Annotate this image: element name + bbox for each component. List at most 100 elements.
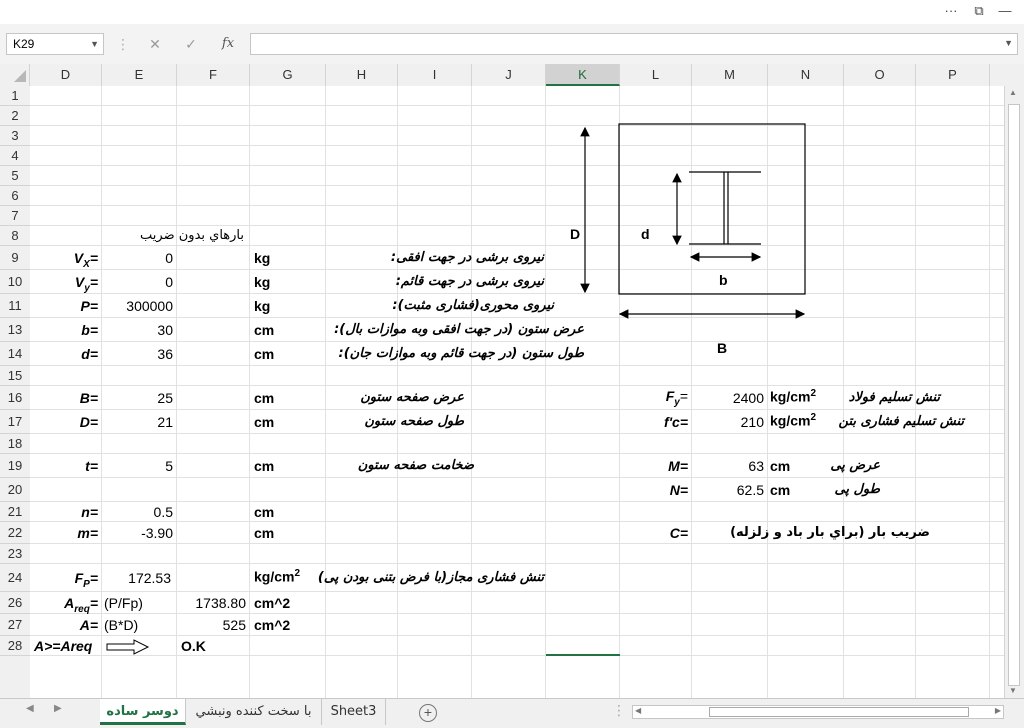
grid-line: [989, 86, 990, 698]
selected-cell-k29[interactable]: [546, 654, 620, 660]
column-header-i[interactable]: I: [398, 64, 472, 86]
column-header-l[interactable]: L: [620, 64, 692, 86]
label-vx-sub: X: [83, 258, 90, 270]
sheet-tab-simple[interactable]: دوسر ساده: [100, 699, 186, 725]
select-all-corner[interactable]: [0, 64, 30, 86]
unit-fc-sup: 2: [810, 412, 817, 423]
value-footing-m: 63: [748, 458, 764, 474]
row-header-22[interactable]: 22: [0, 522, 30, 544]
worksheet-grid[interactable]: بارهاي بدون ضريب VX= 0 kg نیروی برشی در جهت …: [30, 86, 1004, 698]
cancel-icon[interactable]: ✕: [144, 33, 166, 55]
unit-plate-d: cm: [254, 414, 275, 430]
row-header-9[interactable]: 9: [0, 246, 30, 270]
value-n: 0.5: [153, 504, 173, 520]
formula-input[interactable]: ▼: [250, 33, 1018, 55]
value-footing-n: 62.5: [736, 482, 764, 498]
horizontal-scrollbar[interactable]: ◀ ▶: [632, 705, 1004, 719]
row-header-17[interactable]: 17: [0, 410, 30, 434]
value-plate-b: 25: [157, 390, 173, 406]
scroll-up-icon[interactable]: ▲: [1009, 88, 1017, 97]
row-header-16[interactable]: 16: [0, 386, 30, 410]
expand-formula-icon[interactable]: ▼: [1004, 38, 1013, 48]
desc-plate-b: عرض صفحه ستون: [360, 390, 464, 405]
column-header-f[interactable]: F: [177, 64, 250, 86]
sheet-tab-bar: ◀ ▶ دوسر ساده با سخت کننده ونبشي Sheet3 …: [0, 698, 1024, 728]
label-fy-eq: =: [679, 388, 688, 404]
row-header-8[interactable]: 8: [0, 226, 30, 246]
ribbon-options-icon[interactable]: ···: [940, 2, 962, 20]
row-header-4[interactable]: 4: [0, 146, 30, 166]
row-header-13[interactable]: 13: [0, 318, 30, 342]
column-header-e[interactable]: E: [102, 64, 177, 86]
check-result: O.K: [181, 638, 206, 654]
row-header-3[interactable]: 3: [0, 126, 30, 146]
row-header-7[interactable]: 7: [0, 206, 30, 226]
row-header-24[interactable]: 24: [0, 564, 30, 592]
restore-icon[interactable]: ⧉: [968, 2, 990, 20]
scroll-left-icon[interactable]: ◀: [635, 706, 641, 715]
drag-handle-icon[interactable]: ⋮: [116, 33, 130, 55]
label-areq: Areq=: [30, 592, 98, 615]
row-header-15[interactable]: 15: [0, 366, 30, 386]
row-header-2[interactable]: 2: [0, 106, 30, 126]
label-fp-eq: =: [89, 570, 98, 586]
unit-p: kg: [254, 298, 271, 314]
label-plate-t: t=: [85, 458, 98, 474]
tab-splitter-icon[interactable]: ⋮: [612, 702, 626, 719]
row-header-6[interactable]: 6: [0, 186, 30, 206]
label-areq-main: A: [64, 595, 75, 611]
column-header-d[interactable]: D: [30, 64, 102, 86]
desc-fc: تنش تسلیم فشاری بتن: [838, 414, 964, 429]
value-a: 525: [222, 617, 246, 633]
row-header-23[interactable]: 23: [0, 544, 30, 564]
label-vx: VX=: [30, 246, 98, 270]
insert-function-icon[interactable]: fx: [216, 33, 240, 55]
vertical-scrollbar[interactable]: ▲ ▼: [1004, 86, 1024, 698]
formula-areq: (P/Fp): [104, 595, 143, 611]
minimize-icon[interactable]: —: [994, 2, 1016, 20]
label-fy-main: F: [665, 388, 675, 404]
prev-sheet-icon[interactable]: ◀: [26, 703, 34, 714]
sheet-tab-sheet3[interactable]: Sheet3: [322, 699, 386, 725]
sheet-tab-stiffener[interactable]: با سخت کننده ونبشي: [186, 699, 322, 725]
enter-check-icon[interactable]: ✓: [180, 33, 202, 55]
label-b-col: b=: [81, 322, 98, 338]
row-header-14[interactable]: 14: [0, 342, 30, 366]
desc-footing-n: طول پی: [834, 482, 881, 497]
row-header-21[interactable]: 21: [0, 502, 30, 522]
horizontal-scroll-thumb[interactable]: [709, 707, 969, 717]
column-header-p[interactable]: P: [916, 64, 990, 86]
vertical-scroll-thumb[interactable]: [1008, 104, 1020, 686]
row-header-19[interactable]: 19: [0, 454, 30, 478]
scroll-down-icon[interactable]: ▼: [1009, 686, 1017, 695]
column-header-j[interactable]: J: [472, 64, 546, 86]
add-sheet-button[interactable]: +: [419, 704, 437, 722]
row-header-28[interactable]: 28: [0, 636, 30, 656]
row-header-18[interactable]: 18: [0, 434, 30, 454]
row-header-20[interactable]: 20: [0, 478, 30, 502]
row-header-26[interactable]: 26: [0, 592, 30, 614]
column-header-k[interactable]: K: [546, 64, 620, 86]
row-header-1[interactable]: 1: [0, 86, 30, 106]
row-header-5[interactable]: 5: [0, 166, 30, 186]
label-d-col: d=: [81, 346, 98, 362]
label-vx-main: V: [73, 250, 84, 266]
column-header-m[interactable]: M: [692, 64, 768, 86]
value-vx: 0: [165, 250, 173, 266]
row-header-11[interactable]: 11: [0, 294, 30, 318]
row-header-27[interactable]: 27: [0, 614, 30, 636]
column-header-g[interactable]: G: [250, 64, 326, 86]
name-box[interactable]: K29 ▼: [6, 33, 104, 55]
grid-line: [249, 86, 250, 698]
column-header-o[interactable]: O: [844, 64, 916, 86]
next-sheet-icon[interactable]: ▶: [54, 703, 62, 714]
label-a: A=: [79, 617, 98, 633]
column-header-h[interactable]: H: [326, 64, 398, 86]
value-plate-t: 5: [165, 458, 173, 474]
unit-vx: kg: [254, 250, 271, 266]
scroll-right-icon[interactable]: ▶: [995, 706, 1001, 715]
column-header-n[interactable]: N: [768, 64, 844, 86]
row-header-10[interactable]: 10: [0, 270, 30, 294]
chevron-down-icon[interactable]: ▼: [90, 34, 99, 54]
desc-plate-d: طول صفحه ستون: [364, 414, 464, 429]
